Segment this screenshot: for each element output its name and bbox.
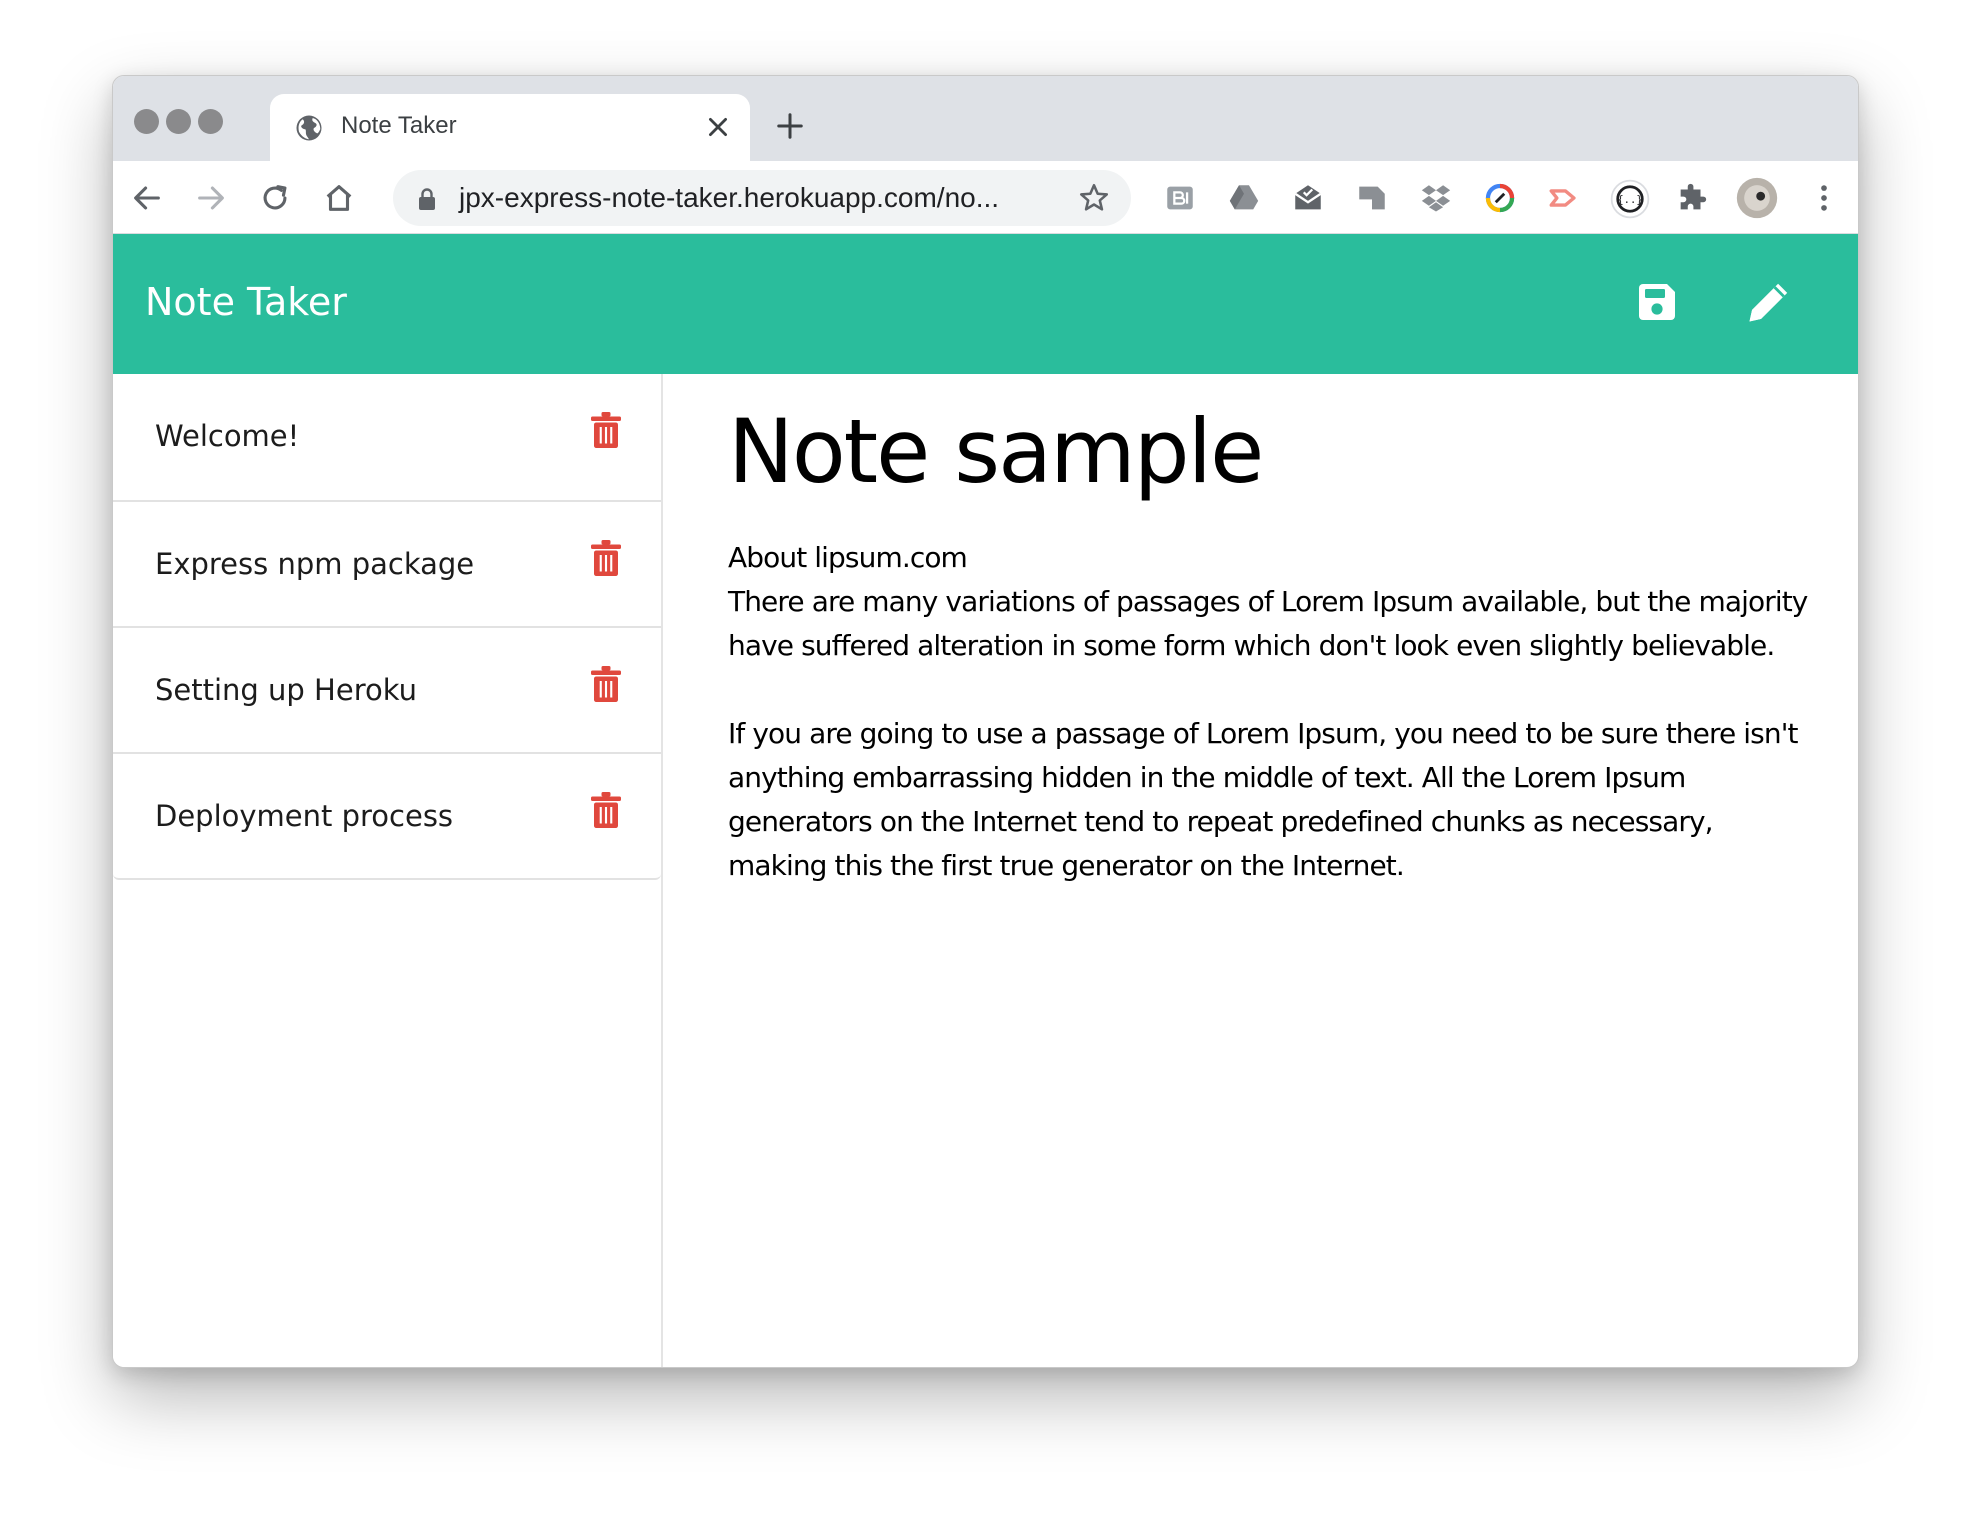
url-text: jpx-express-note-taker.herokuapp.com/no.…: [459, 182, 1000, 213]
new-tab-icon[interactable]: [775, 111, 805, 141]
more-vertical-icon[interactable]: [1807, 181, 1841, 215]
svg-text:{..}: {..}: [1617, 194, 1642, 206]
new-note-pencil-icon[interactable]: [1743, 276, 1795, 328]
close-tab-icon[interactable]: [705, 114, 731, 140]
feedly-icon[interactable]: [1355, 181, 1389, 215]
list-item-note[interactable]: Welcome!: [113, 374, 661, 500]
trash-icon[interactable]: [591, 412, 621, 448]
browser-toolbar: jpx-express-note-taker.herokuapp.com/no.…: [113, 161, 1858, 234]
list-item-note[interactable]: Deployment process: [113, 752, 661, 878]
json-viewer-icon[interactable]: {..}: [1609, 178, 1651, 220]
mail-icon[interactable]: [1291, 181, 1325, 215]
list-item-note[interactable]: Setting up Heroku: [113, 626, 661, 752]
lock-icon[interactable]: [417, 187, 437, 211]
back-arrow-icon[interactable]: [130, 181, 164, 215]
address-bar[interactable]: jpx-express-note-taker.herokuapp.com/no.…: [393, 170, 1131, 226]
list-item-note[interactable]: Express npm package: [113, 500, 661, 626]
trash-icon[interactable]: [591, 540, 621, 576]
note-list: Welcome! Express npm package Setting up …: [113, 374, 661, 880]
extensions-puzzle-icon[interactable]: [1675, 181, 1709, 215]
browser-window: Note Taker jpx-express-note-taker.heroku…: [112, 75, 1859, 1368]
save-note-icon[interactable]: [1633, 278, 1681, 326]
trash-icon[interactable]: [591, 666, 621, 702]
minimize-window-button[interactable]: [166, 109, 191, 134]
tab-note-taker[interactable]: Note Taker: [270, 94, 750, 161]
reload-icon[interactable]: [258, 181, 292, 215]
tab-title: Note Taker: [341, 112, 457, 139]
note-editor: Note sample About lipsum.com There are m…: [665, 374, 1858, 1367]
close-window-button[interactable]: [134, 109, 159, 134]
arrow-extension-icon[interactable]: [1547, 181, 1581, 215]
forward-arrow-icon[interactable]: [194, 181, 228, 215]
profile-avatar-icon[interactable]: [1735, 176, 1779, 220]
globe-icon: [296, 115, 322, 141]
dropbox-icon[interactable]: [1419, 181, 1453, 215]
note-title[interactable]: Deployment process: [155, 799, 453, 833]
home-icon[interactable]: [322, 181, 356, 215]
bookmark-star-icon[interactable]: [1077, 181, 1111, 215]
maximize-window-button[interactable]: [198, 109, 223, 134]
notes-sidebar: Welcome! Express npm package Setting up …: [113, 374, 663, 1367]
note-title[interactable]: Express npm package: [155, 547, 474, 581]
note-text-area[interactable]: About lipsum.com There are many variatio…: [728, 536, 1818, 888]
google-drive-icon[interactable]: [1227, 181, 1261, 215]
colorful-ring-icon[interactable]: [1483, 181, 1517, 215]
note-title-input[interactable]: Note sample: [728, 400, 1264, 503]
note-title[interactable]: Welcome!: [155, 419, 299, 453]
extension-b-icon[interactable]: [1163, 181, 1197, 215]
trash-icon[interactable]: [591, 792, 621, 828]
app-brand[interactable]: Note Taker: [145, 280, 347, 324]
app-navbar: Note Taker: [113, 234, 1858, 374]
tab-strip: Note Taker: [113, 76, 1858, 161]
note-title[interactable]: Setting up Heroku: [155, 673, 417, 707]
